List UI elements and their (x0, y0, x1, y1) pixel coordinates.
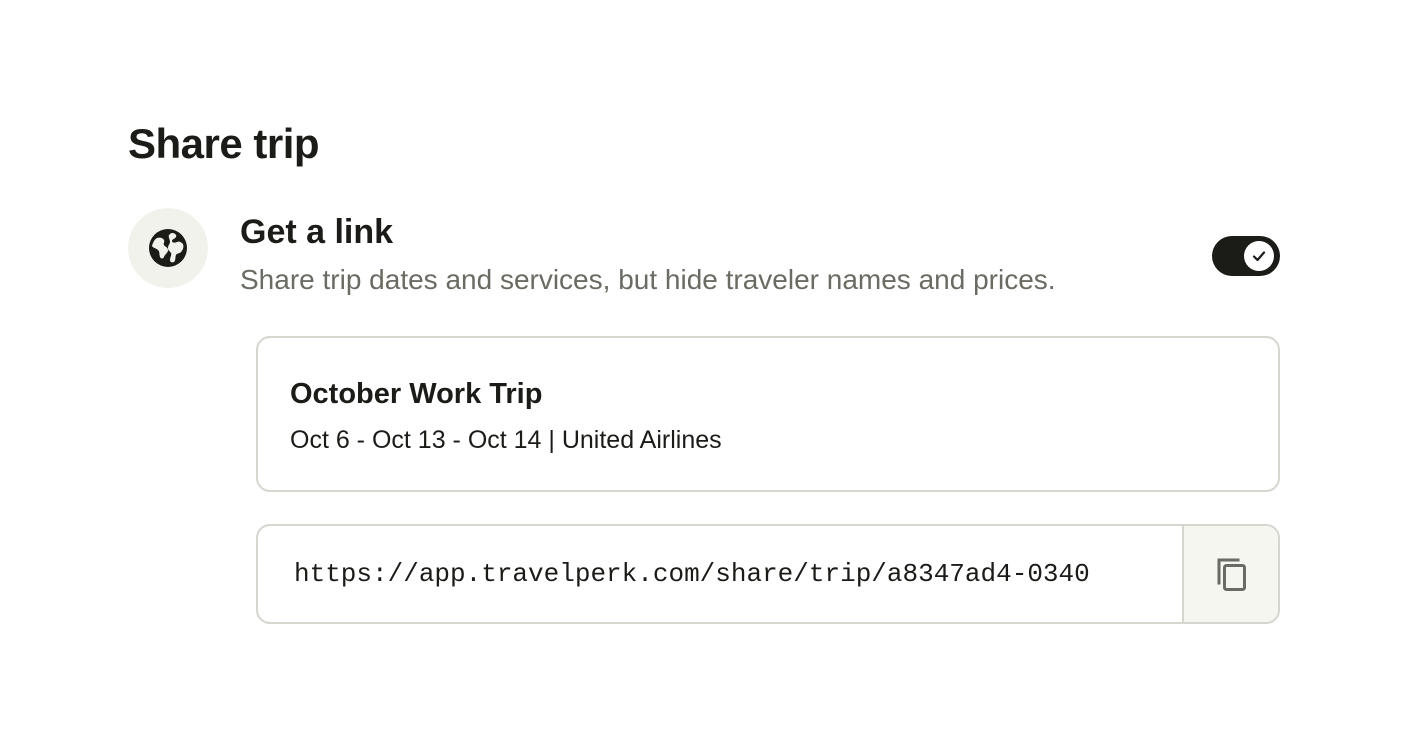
globe-badge (128, 208, 208, 288)
trip-summary-card: October Work Trip Oct 6 - Oct 13 - Oct 1… (256, 336, 1280, 492)
share-link-box (256, 524, 1280, 624)
share-link-input[interactable] (294, 550, 1146, 598)
share-link-toggle[interactable] (1212, 236, 1280, 276)
copy-icon (1217, 558, 1246, 591)
checkmark-icon (1252, 251, 1266, 262)
trip-details: Oct 6 - Oct 13 - Oct 14 | United Airline… (290, 426, 722, 454)
share-option-description: Share trip dates and services, but hide … (240, 264, 1056, 295)
copy-link-button[interactable] (1182, 526, 1278, 622)
globe-icon (149, 229, 187, 267)
page-title: Share trip (128, 120, 320, 167)
trip-name: October Work Trip (290, 378, 543, 410)
share-option-title: Get a link (240, 213, 394, 251)
toggle-knob (1244, 241, 1274, 271)
